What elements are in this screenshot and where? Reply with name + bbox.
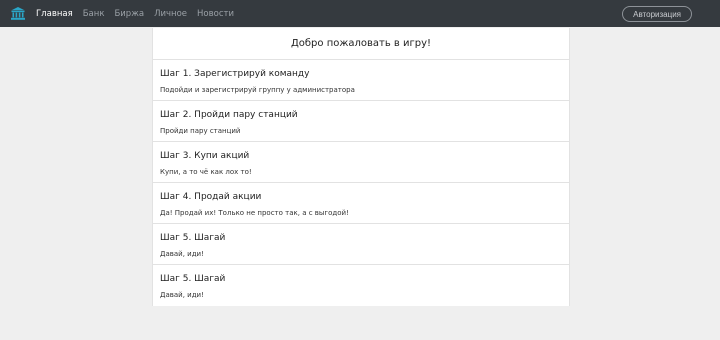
step-item: Шаг 2. Пройди пару станций Пройди пару с… [153, 101, 569, 142]
login-button[interactable]: Авторизация [622, 6, 692, 22]
nav-link-personal[interactable]: Личное [154, 9, 187, 19]
step-item: Шаг 5. Шагай Давай, иди! [153, 265, 569, 306]
step-title: Шаг 5. Шагай [160, 274, 226, 284]
nav-link-exchange[interactable]: Биржа [114, 9, 144, 19]
step-title: Шаг 1. Зарегистрируй команду [160, 69, 310, 79]
nav-link-news[interactable]: Новости [197, 9, 234, 19]
step-title: Шаг 5. Шагай [160, 233, 226, 243]
step-item: Шаг 3. Купи акций Купи, а то чё как лох … [153, 142, 569, 183]
step-description: Пройди пару станций [160, 127, 241, 135]
step-item: Шаг 4. Продай акции Да! Продай их! Тольк… [153, 183, 569, 224]
step-title: Шаг 4. Продай акции [160, 192, 262, 202]
step-description: Да! Продай их! Только не просто так, а с… [160, 209, 349, 217]
nav-link-bank[interactable]: Банк [83, 9, 105, 19]
step-item: Шаг 5. Шагай Давай, иди! [153, 224, 569, 265]
step-title: Шаг 3. Купи акций [160, 151, 250, 161]
step-description: Давай, иди! [160, 250, 204, 258]
bank-building-icon[interactable] [10, 6, 26, 22]
step-description: Давай, иди! [160, 291, 204, 299]
top-navbar: Главная Банк Биржа Личное Новости Автори… [0, 0, 720, 27]
step-title: Шаг 2. Пройди пару станций [160, 110, 298, 120]
step-description: Подойди и зарегистрируй группу у админис… [160, 86, 355, 94]
step-description: Купи, а то чё как лох то! [160, 168, 252, 176]
step-item: Шаг 1. Зарегистрируй команду Подойди и з… [153, 60, 569, 101]
welcome-card: Добро пожаловать в игру! Шаг 1. Зарегист… [152, 28, 570, 306]
nav-link-home[interactable]: Главная [36, 9, 73, 19]
page-title: Добро пожаловать в игру! [153, 28, 569, 60]
